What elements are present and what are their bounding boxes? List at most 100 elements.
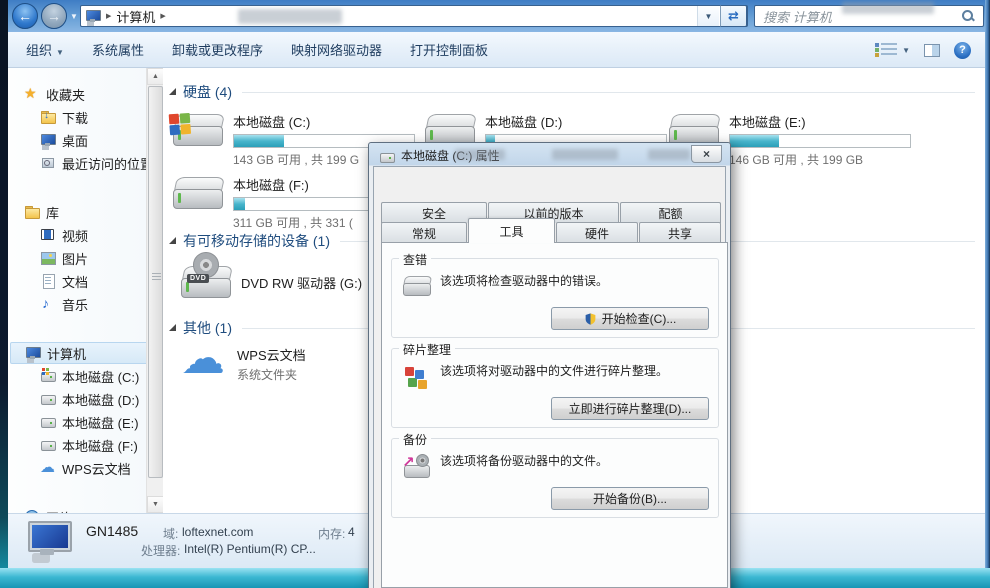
music-icon: [40, 296, 56, 312]
tab-sharing[interactable]: 共享: [639, 222, 721, 243]
collapse-triangle-icon[interactable]: [169, 237, 176, 244]
redaction-blur: [552, 149, 618, 160]
refresh-button[interactable]: ⇄: [720, 5, 747, 27]
sidebar-item-pictures[interactable]: 图片: [10, 247, 146, 269]
backup-now-button[interactable]: 开始备份(B)...: [551, 487, 709, 510]
sidebar-item-disk-d[interactable]: 本地磁盘 (D:): [10, 388, 146, 410]
sidebar-item-downloads[interactable]: ↓ 下载: [10, 106, 146, 128]
navigation-pane: 收藏夹 ↓ 下载 桌面 最近访问的位置 库 视频: [10, 68, 146, 513]
star-icon: [24, 86, 40, 102]
tab-hardware[interactable]: 硬件: [556, 222, 638, 243]
scroll-up-button[interactable]: ▲: [147, 68, 164, 85]
sidebar-item-disk-c[interactable]: 本地磁盘 (C:): [10, 365, 146, 387]
desktop-icon: [40, 132, 56, 148]
uninstall-programs-button[interactable]: 卸载或更改程序: [162, 36, 273, 63]
computer-icon: [85, 8, 101, 24]
collapse-triangle-icon[interactable]: [169, 324, 176, 331]
organize-button[interactable]: 组织▼: [16, 36, 74, 63]
close-button[interactable]: ×: [691, 145, 722, 163]
sidebar-item-disk-e[interactable]: 本地磁盘 (E:): [10, 411, 146, 433]
disk-icon: [40, 437, 56, 453]
tab-general[interactable]: 常规: [381, 222, 467, 243]
redaction-blur: [842, 2, 934, 14]
command-toolbar: 组织▼ 系统属性 卸载或更改程序 映射网络驱动器 打开控制面板 ▼ ?: [8, 32, 985, 68]
sidebar-section-favorites[interactable]: 收藏夹: [10, 83, 146, 105]
cloud-icon: [181, 345, 229, 379]
collapse-triangle-icon[interactable]: [169, 88, 176, 95]
open-control-panel-button[interactable]: 打开控制面板: [400, 36, 498, 63]
disk-properties-dialog: 本地磁盘 (C:) 属性 × 安全 以前的版本 配额 常规 工具 硬件 共享 查…: [368, 142, 731, 588]
videos-icon: [40, 227, 56, 243]
sidebar-item-disk-f[interactable]: 本地磁盘 (F:): [10, 434, 146, 456]
computer-icon: [25, 345, 41, 361]
dvd-drive-tile[interactable]: DVD DVD RW 驱动器 (G:): [181, 264, 362, 298]
sidebar-scrollbar[interactable]: ▲ ▼: [146, 68, 163, 513]
scrollbar-grip-icon: [152, 273, 161, 280]
pictures-icon: [40, 250, 56, 266]
map-network-drive-button[interactable]: 映射网络驱动器: [281, 36, 392, 63]
computer-name: GN1485: [86, 523, 138, 539]
disk-icon: [40, 414, 56, 430]
download-folder-icon: ↓: [40, 109, 56, 125]
capacity-bar: [729, 134, 911, 148]
sidebar-item-documents[interactable]: 文档: [10, 270, 146, 292]
library-icon: [24, 204, 40, 220]
change-view-button[interactable]: ▼: [873, 43, 910, 57]
chevron-down-icon: ▼: [56, 48, 64, 57]
chevron-down-icon: ▼: [902, 46, 910, 55]
documents-icon: [40, 273, 56, 289]
sidebar-item-wps-cloud[interactable]: WPS云文档: [10, 457, 146, 479]
system-properties-button[interactable]: 系统属性: [82, 36, 154, 63]
sidebar-item-desktop[interactable]: 桌面: [10, 129, 146, 151]
history-dropdown-icon[interactable]: ▼: [70, 12, 78, 21]
uac-shield-icon: [584, 312, 597, 326]
redaction-blur: [238, 9, 342, 24]
help-button[interactable]: ?: [954, 42, 971, 59]
cloud-icon: [40, 460, 56, 476]
forward-button[interactable]: →: [41, 3, 67, 29]
defragment-now-button[interactable]: 立即进行碎片整理(D)...: [551, 397, 709, 420]
address-bar[interactable]: ▶ 计算机 ▶ ▼ ⇄: [80, 5, 748, 27]
harddrive-icon: [173, 175, 225, 209]
redaction-blur: [455, 149, 505, 160]
harddrive-icon: [173, 112, 225, 146]
check-now-button[interactable]: 开始检查(C)...: [551, 307, 709, 330]
breadcrumb-arrow-icon[interactable]: ▶: [160, 12, 165, 20]
back-button[interactable]: ←: [12, 3, 38, 29]
system-disk-icon: [40, 368, 56, 384]
breadcrumb-arrow-icon[interactable]: ▶: [106, 12, 111, 20]
tab-tools[interactable]: 工具: [468, 218, 555, 243]
breadcrumb[interactable]: 计算机: [116, 7, 155, 26]
wps-cloud-tile[interactable]: WPS云文档 系统文件夹: [181, 345, 306, 383]
sidebar-section-libraries[interactable]: 库: [10, 201, 146, 223]
close-icon: ×: [703, 147, 710, 161]
window-border: [985, 0, 990, 568]
dvd-drive-icon: DVD: [181, 264, 233, 298]
section-header-harddisks[interactable]: 硬盘 (4): [169, 82, 975, 102]
defragment-group: 碎片整理 该选项将对驱动器中的文件进行碎片整理。 立即进行碎片整理(D)...: [391, 348, 719, 428]
desktop-background: [0, 0, 8, 588]
redaction-blur: [648, 149, 690, 160]
sidebar-item-recent-places[interactable]: 最近访问的位置: [10, 152, 146, 174]
scroll-down-button[interactable]: ▼: [147, 496, 164, 513]
disk-icon: [379, 149, 395, 163]
sidebar-item-videos[interactable]: 视频: [10, 224, 146, 246]
tab-quota[interactable]: 配额: [620, 202, 721, 223]
recent-places-icon: [40, 155, 56, 171]
sidebar-section-computer[interactable]: 计算机: [10, 342, 146, 364]
views-icon: [881, 43, 897, 57]
dialog-body: 安全 以前的版本 配额 常规 工具 硬件 共享 查错 该选项将检查驱动器中的错误…: [373, 166, 726, 588]
backup-group: 备份 该选项将备份驱动器中的文件。 开始备份(B)...: [391, 438, 719, 518]
search-icon[interactable]: [961, 9, 975, 23]
screen: ← → ▼ ▶ 计算机 ▶ ▼ ⇄ 搜索 计算机 组织▼ 系统属性 卸载或更改程…: [0, 0, 990, 588]
preview-pane-button[interactable]: [924, 44, 940, 57]
tools-tab-page: 查错 该选项将检查驱动器中的错误。 开始检查(C)... 碎片整理 该选项将对驱…: [381, 242, 728, 588]
harddrive-icon: [669, 112, 721, 146]
address-dropdown-button[interactable]: ▼: [697, 6, 719, 26]
disk-icon: [40, 391, 56, 407]
computer-icon: [22, 521, 74, 561]
scrollbar-thumb[interactable]: [148, 86, 163, 478]
error-checking-group: 查错 该选项将检查驱动器中的错误。 开始检查(C)...: [391, 258, 719, 338]
sidebar-section-network[interactable]: 网络: [10, 506, 146, 513]
sidebar-item-music[interactable]: 音乐: [10, 293, 146, 315]
